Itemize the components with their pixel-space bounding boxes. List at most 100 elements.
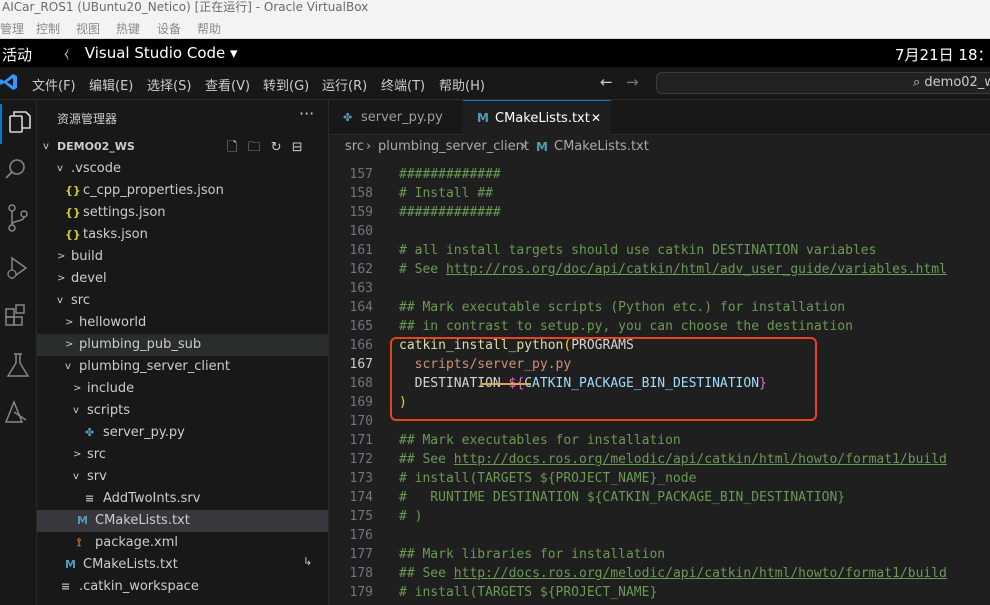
code-line: ## in contrast to setup.py, you can choo…	[399, 319, 853, 334]
tree-item[interactable]: {} settings.json	[37, 202, 328, 224]
tree-item[interactable]: > build	[37, 246, 328, 268]
tree-item[interactable]: > helloworld	[37, 312, 328, 334]
tree-item-label: plumbing_server_client	[79, 359, 230, 374]
menu-go[interactable]: 转到(G)	[263, 75, 309, 94]
menu-run[interactable]: 运行(R)	[322, 75, 367, 94]
line-number: 178	[349, 566, 373, 581]
python-file-icon: ✤	[343, 111, 353, 124]
tree-item[interactable]: ≡ AddTwoInts.srv	[37, 488, 328, 510]
code-line: # install(TARGETS ${PROJECT_NAME}	[399, 585, 658, 600]
menu-edit[interactable]: 编辑(E)	[89, 75, 133, 94]
tree-item-label: tasks.json	[83, 227, 148, 242]
forward-arrow-icon[interactable]: →	[626, 73, 639, 91]
breadcrumb-item[interactable]: CMakeLists.txt	[554, 135, 649, 159]
activities-button[interactable]: 活动	[2, 44, 32, 65]
tree-item[interactable]: M CMakeLists.txt	[37, 510, 328, 532]
code-line: # Install ##	[399, 186, 493, 201]
line-number: 170	[349, 414, 373, 429]
code-line: ## Mark executables for installation	[399, 433, 681, 448]
code-line: # RUNTIME DESTINATION ${CATKIN_PACKAGE_B…	[399, 490, 846, 505]
code-line: ## See http://docs.ros.org/melodic/api/c…	[399, 452, 947, 467]
tree-item[interactable]: v scripts	[37, 400, 328, 422]
vbox-menu-manage[interactable]: 管理	[0, 20, 24, 37]
code-link[interactable]: http://ros.org/doc/api/catkin/html/adv_u…	[446, 262, 947, 277]
tree-item[interactable]: v .vscode	[37, 158, 328, 180]
app-menu[interactable]: ⧼ Visual Studio Code ▾	[64, 44, 238, 62]
tree-item[interactable]: {} c_cpp_properties.json	[37, 180, 328, 202]
collapse-all-icon[interactable]: ⊟	[292, 140, 303, 155]
chevron-down-icon: v	[65, 361, 71, 372]
srv-file-icon: ≡	[61, 580, 71, 593]
tab-server-py[interactable]: ✤ server_py.py	[329, 100, 463, 135]
ros-extension-icon[interactable]	[0, 392, 37, 432]
code-line: # )	[399, 509, 423, 524]
line-number: 166	[349, 338, 373, 353]
tree-item[interactable]: > src	[37, 444, 328, 466]
menu-selection[interactable]: 选择(S)	[147, 75, 191, 94]
json-file-icon: {}	[65, 206, 81, 219]
new-folder-icon[interactable]: 🗀	[248, 140, 261, 155]
tree-item[interactable]: > devel	[37, 268, 328, 290]
tree-item-label: settings.json	[83, 205, 166, 220]
cmake-file-icon: M	[477, 111, 489, 125]
command-center-search[interactable]: ⌕ demo02_w	[656, 72, 990, 94]
window-title: AICar_ROS1 (UBuntu20_Netico) [正在运行] - Or…	[0, 0, 990, 17]
run-debug-icon[interactable]	[0, 248, 37, 288]
refresh-icon[interactable]: ↻	[271, 140, 282, 155]
app-menu-label: Visual Studio Code ▾	[84, 44, 238, 62]
tree-item[interactable]: > include	[37, 378, 328, 400]
vbox-menu-help[interactable]: 帮助	[197, 20, 221, 37]
extensions-icon[interactable]	[0, 296, 37, 336]
code-line: # all install targets should use catkin …	[399, 243, 877, 258]
tree-item[interactable]: ✤ server_py.py	[37, 422, 328, 444]
xml-file-icon: ⟟	[77, 536, 82, 549]
menu-view[interactable]: 查看(V)	[205, 75, 250, 94]
new-file-icon[interactable]: 🗋	[227, 140, 237, 155]
tree-item[interactable]: v plumbing_server_client	[37, 356, 328, 378]
menu-help[interactable]: 帮助(H)	[439, 75, 485, 94]
source-control-icon[interactable]	[0, 198, 37, 238]
code-editor[interactable]: 157 158 159 160 161 162 163 164 165 166 167 168 169 1…	[329, 159, 990, 605]
explorer-icon[interactable]	[0, 104, 37, 144]
menu-file[interactable]: 文件(F)	[32, 75, 76, 94]
tab-cmakelists[interactable]: M CMakeLists.txt ✕	[463, 100, 611, 135]
explorer-title: 资源管理器	[57, 112, 118, 126]
tree-item[interactable]: > plumbing_pub_sub	[37, 334, 328, 356]
activity-bar	[0, 100, 37, 605]
close-icon[interactable]: ✕	[591, 101, 601, 136]
chevron-down-icon: v	[73, 471, 79, 482]
json-file-icon: {}	[65, 228, 81, 241]
json-file-icon: {}	[65, 184, 81, 197]
clock[interactable]: 7月21日 18：4	[895, 44, 990, 65]
vbox-menu-control[interactable]: 控制	[36, 20, 60, 37]
breadcrumb-item[interactable]: plumbing_server_client	[378, 135, 529, 159]
code-link[interactable]: http://docs.ros.org/melodic/api/catkin/h…	[454, 566, 947, 581]
code-link[interactable]: http://docs.ros.org/melodic/api/catkin/h…	[454, 452, 947, 467]
search-view-icon[interactable]	[0, 150, 37, 190]
vbox-menu-hotkey[interactable]: 热键	[116, 20, 140, 37]
breadcrumb-item[interactable]: src	[345, 135, 364, 159]
command-center-label: demo02_w	[924, 75, 990, 90]
line-number: 173	[349, 471, 373, 486]
tree-item[interactable]: M CMakeLists.txt	[37, 554, 328, 576]
search-icon: ⌕	[913, 75, 921, 90]
tree-item[interactable]: {} tasks.json	[37, 224, 328, 246]
tree-item[interactable]: v src	[37, 290, 328, 312]
code-line: ## Mark executable scripts (Python etc.)…	[399, 300, 846, 315]
vbox-menu-view[interactable]: 视图	[76, 20, 100, 37]
more-actions-icon[interactable]: ···	[299, 104, 314, 123]
line-number: 176	[349, 528, 373, 543]
tree-item[interactable]: ⟟ package.xml	[37, 532, 328, 554]
tree-item-label: .catkin_workspace	[79, 579, 199, 594]
vbox-menu-devices[interactable]: 设备	[157, 20, 181, 37]
menu-terminal[interactable]: 终端(T)	[381, 75, 425, 94]
tree-item[interactable]: v srv	[37, 466, 328, 488]
line-number: 167	[349, 357, 373, 372]
vscode-menubar: 文件(F) 编辑(E) 选择(S) 查看(V) 转到(G) 运行(R) 终端(T…	[0, 67, 990, 100]
tree-item[interactable]: ≡ .catkin_workspace	[37, 576, 328, 598]
testing-flask-icon[interactable]	[0, 346, 37, 386]
back-arrow-icon[interactable]: ←	[600, 73, 613, 91]
code-line: #############	[399, 167, 501, 182]
line-number: 164	[349, 300, 373, 315]
vscode-logo-icon	[0, 73, 18, 96]
